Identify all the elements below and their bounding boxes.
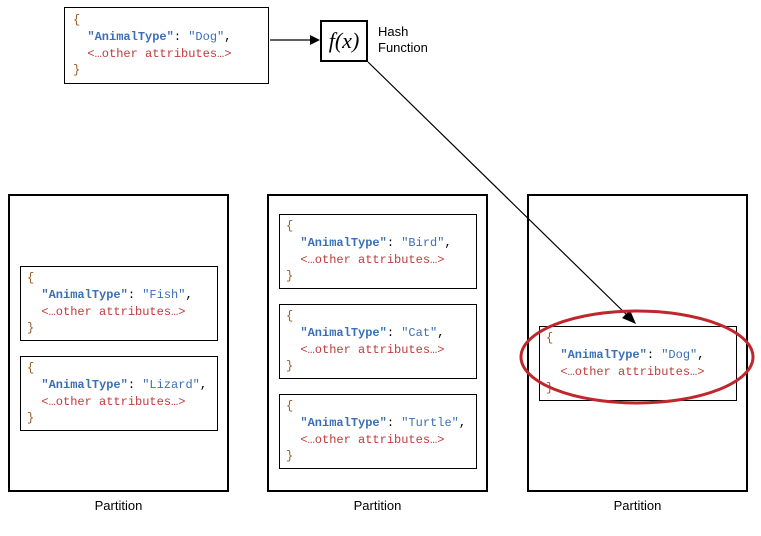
- partition-2-label: Partition: [267, 498, 488, 513]
- json-value: "Dog": [188, 30, 224, 44]
- json-other-attrs: <…other attributes…>: [300, 433, 444, 447]
- json-other-attrs: <…other attributes…>: [560, 365, 704, 379]
- brace-open: {: [546, 331, 553, 345]
- json-colon: :: [128, 378, 142, 392]
- brace-close: }: [286, 269, 293, 283]
- json-colon: :: [647, 348, 661, 362]
- brace-close: }: [286, 449, 293, 463]
- json-key: "AnimalType": [300, 416, 386, 430]
- brace-close: }: [546, 381, 553, 395]
- brace-open: {: [27, 271, 34, 285]
- record-lizard: { "AnimalType": "Lizard", <…other attrib…: [20, 356, 218, 431]
- json-key: "AnimalType": [41, 378, 127, 392]
- json-colon: :: [387, 326, 401, 340]
- comma: ,: [437, 326, 444, 340]
- arrow-input-to-hash-head: [310, 35, 320, 45]
- json-other-attrs: <…other attributes…>: [41, 305, 185, 319]
- json-other-attrs: <…other attributes…>: [87, 47, 231, 61]
- json-value: "Turtle": [401, 416, 459, 430]
- record-turtle: { "AnimalType": "Turtle", <…other attrib…: [279, 394, 477, 469]
- hash-function-box: f(x): [320, 20, 368, 62]
- json-key: "AnimalType": [41, 288, 127, 302]
- json-key: "AnimalType": [560, 348, 646, 362]
- json-value: "Cat": [401, 326, 437, 340]
- comma: ,: [697, 348, 704, 362]
- record-fish: { "AnimalType": "Fish", <…other attribut…: [20, 266, 218, 341]
- comma: ,: [459, 416, 466, 430]
- partition-1: { "AnimalType": "Fish", <…other attribut…: [8, 194, 229, 492]
- brace-open: {: [73, 13, 80, 27]
- json-colon: :: [387, 236, 401, 250]
- record-dog: { "AnimalType": "Dog", <…other attribute…: [539, 326, 737, 401]
- brace-close: }: [286, 359, 293, 373]
- hash-function-label: Hash Function: [378, 24, 428, 55]
- record-bird: { "AnimalType": "Bird", <…other attribut…: [279, 214, 477, 289]
- partition-3: { "AnimalType": "Dog", <…other attribute…: [527, 194, 748, 492]
- brace-open: {: [27, 361, 34, 375]
- json-key: "AnimalType": [300, 326, 386, 340]
- comma: ,: [224, 30, 231, 44]
- json-colon: :: [387, 416, 401, 430]
- input-record: { "AnimalType": "Dog", <…other attribute…: [64, 7, 269, 84]
- comma: ,: [185, 288, 192, 302]
- brace-open: {: [286, 399, 293, 413]
- json-key: "AnimalType": [300, 236, 386, 250]
- json-other-attrs: <…other attributes…>: [300, 343, 444, 357]
- brace-open: {: [286, 309, 293, 323]
- partition-2: { "AnimalType": "Bird", <…other attribut…: [267, 194, 488, 492]
- brace-close: }: [27, 411, 34, 425]
- hash-function-symbol: f(x): [329, 28, 360, 54]
- json-value: "Bird": [401, 236, 444, 250]
- partition-1-label: Partition: [8, 498, 229, 513]
- brace-close: }: [73, 63, 80, 77]
- json-colon: :: [128, 288, 142, 302]
- brace-open: {: [286, 219, 293, 233]
- comma: ,: [444, 236, 451, 250]
- partition-3-label: Partition: [527, 498, 748, 513]
- brace-close: }: [27, 321, 34, 335]
- json-key: "AnimalType": [87, 30, 173, 44]
- json-value: "Dog": [661, 348, 697, 362]
- comma: ,: [200, 378, 207, 392]
- json-colon: :: [174, 30, 188, 44]
- json-other-attrs: <…other attributes…>: [41, 395, 185, 409]
- json-value: "Lizard": [142, 378, 200, 392]
- record-cat: { "AnimalType": "Cat", <…other attribute…: [279, 304, 477, 379]
- json-value: "Fish": [142, 288, 185, 302]
- json-other-attrs: <…other attributes…>: [300, 253, 444, 267]
